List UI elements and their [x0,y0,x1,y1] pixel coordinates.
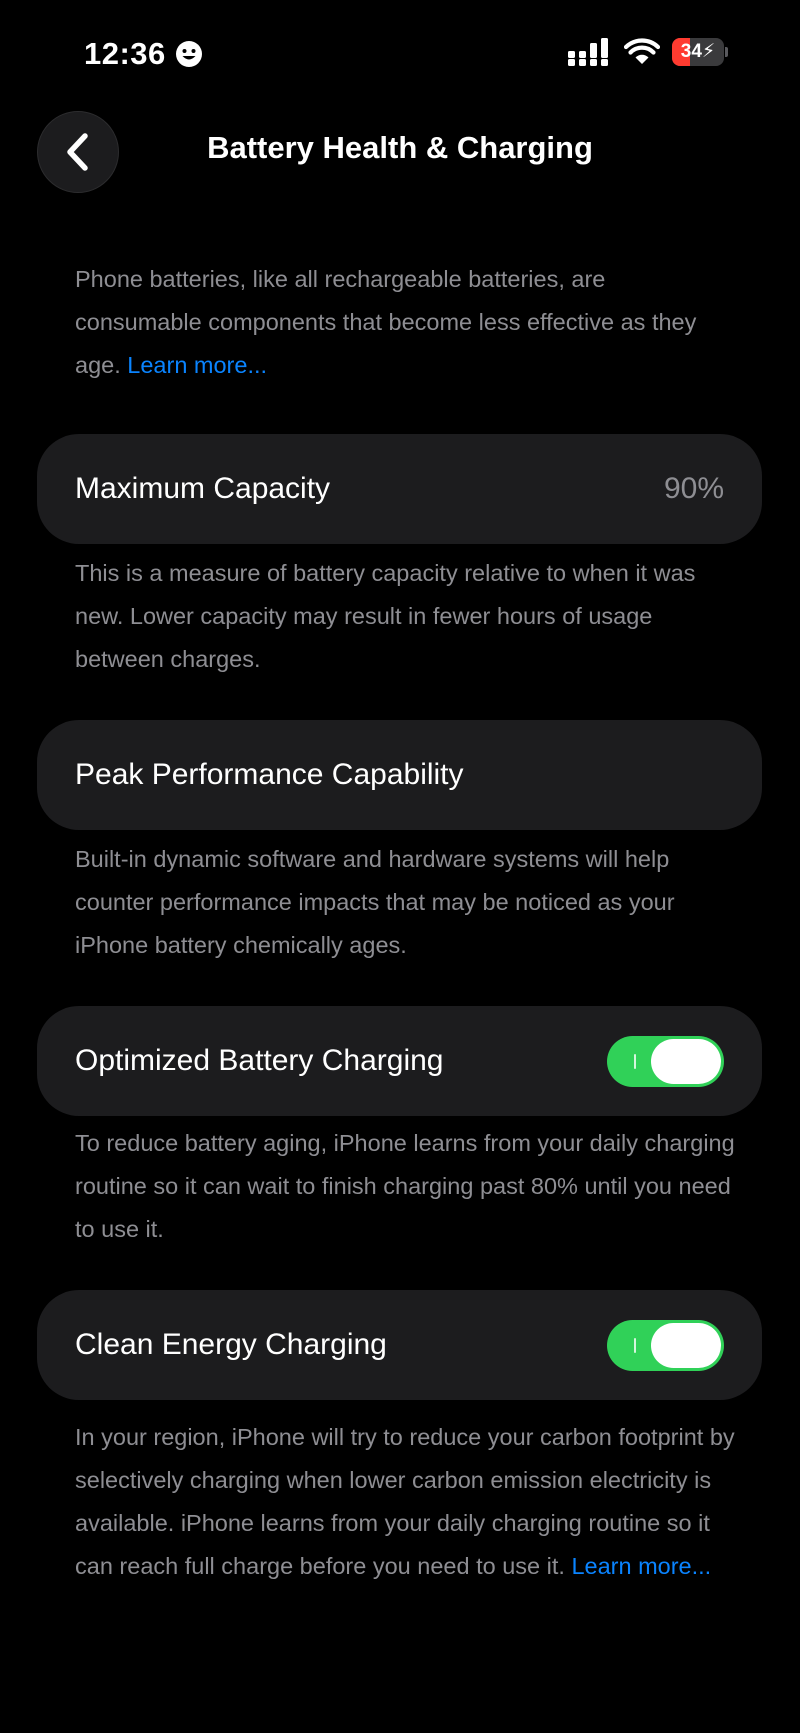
status-bar: 12:36 34⚡ [0,0,800,100]
clean-energy-label: Clean Energy Charging [75,1328,387,1361]
maximum-capacity-value: 90% [663,472,724,505]
back-button[interactable] [37,111,119,193]
optimized-charging-label: Optimized Battery Charging [75,1044,444,1077]
screen: 12:36 34⚡ Battery Health & Charging Phon… [0,0,800,1733]
peak-performance-footer: Built-in dynamic software and hardware s… [75,846,675,958]
cellular-signal-icon [568,38,608,66]
maximum-capacity-footer: This is a measure of battery capacity re… [75,560,696,672]
maximum-capacity-label: Maximum Capacity [75,472,331,505]
learn-more-link[interactable]: Learn more... [127,352,267,378]
clean-energy-footer: In your region, iPhone will try to reduc… [75,1416,735,1588]
toggle-on-mark [634,1338,636,1353]
battery-body: 34⚡ [672,38,724,66]
intro-text: Phone batteries, like all rechargeable b… [75,258,735,387]
clean-energy-learn-more-link[interactable]: Learn more... [571,1553,711,1579]
chevron-left-icon [67,133,88,171]
time-group: 12:36 [84,36,204,72]
battery-cap [725,47,728,57]
toggle-on-mark [634,1054,636,1069]
status-indicators: 34⚡ [568,38,728,66]
toggle-knob [651,1323,721,1368]
peak-performance-label: Peak Performance Capability [75,758,464,791]
smiley-face-icon [175,41,202,67]
optimized-charging-toggle[interactable] [607,1036,724,1087]
wifi-icon [624,38,660,64]
optimized-charging-cell[interactable]: Optimized Battery Charging [37,1006,762,1116]
battery-charging-icon: 34⚡ [672,38,728,66]
clean-energy-cell[interactable]: Clean Energy Charging [37,1290,762,1400]
peak-performance-cell: Peak Performance Capability [37,720,762,830]
page-title: Battery Health & Charging [207,130,593,165]
status-time: 12:36 [84,36,166,71]
charging-bolt-icon: ⚡ [701,41,716,62]
optimized-charging-footer: To reduce battery aging, iPhone learns f… [75,1130,735,1242]
toggle-knob [651,1039,721,1084]
clean-energy-toggle[interactable] [607,1320,724,1371]
maximum-capacity-cell: Maximum Capacity 90% [37,434,762,544]
battery-level-text: 34⚡ [680,41,716,62]
